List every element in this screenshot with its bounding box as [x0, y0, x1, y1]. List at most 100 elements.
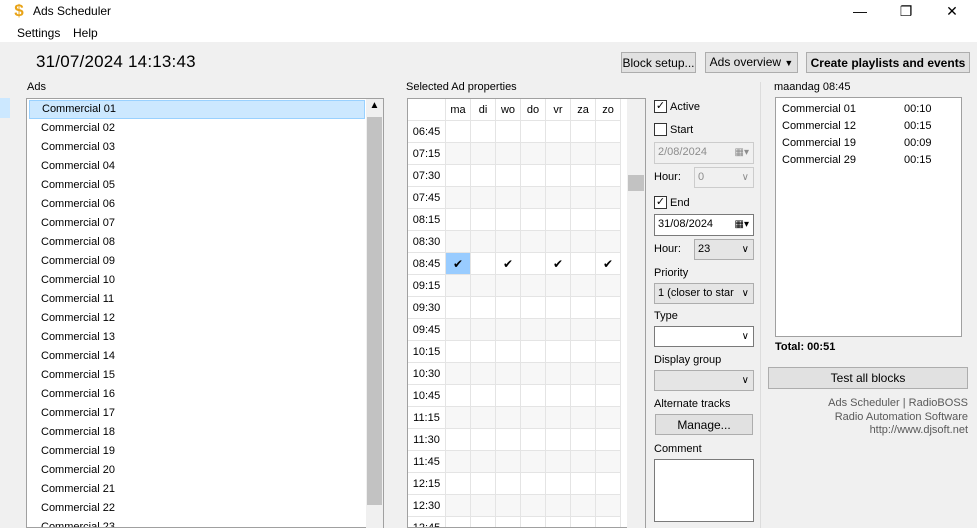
manage-button[interactable]: Manage...: [655, 414, 753, 435]
block-item-name[interactable]: Commercial 29: [782, 154, 856, 166]
block-setup-button[interactable]: Block setup...: [621, 52, 696, 73]
ads-scroll-thumb[interactable]: [367, 117, 382, 505]
schedule-cell[interactable]: [471, 209, 496, 231]
schedule-cell[interactable]: [446, 209, 471, 231]
type-select[interactable]: ∨: [654, 326, 754, 347]
block-item-name[interactable]: Commercial 12: [782, 120, 856, 132]
list-item[interactable]: Commercial 07: [29, 214, 365, 233]
schedule-cell[interactable]: [446, 187, 471, 209]
schedule-cell[interactable]: [496, 319, 521, 341]
schedule-cell[interactable]: [571, 451, 596, 473]
schedule-cell[interactable]: [521, 473, 546, 495]
schedule-cell[interactable]: [596, 231, 621, 253]
schedule-cell[interactable]: [521, 253, 546, 275]
schedule-cell[interactable]: [521, 143, 546, 165]
schedule-cell[interactable]: [546, 429, 571, 451]
schedule-cell[interactable]: [496, 451, 521, 473]
schedule-cell[interactable]: [546, 385, 571, 407]
grid-scrollbar[interactable]: [627, 99, 645, 528]
schedule-cell[interactable]: [446, 121, 471, 143]
schedule-cell[interactable]: [471, 473, 496, 495]
day-header[interactable]: do: [521, 99, 546, 121]
minimize-icon[interactable]: —: [837, 0, 883, 24]
list-item[interactable]: Commercial 08: [29, 233, 365, 252]
schedule-cell[interactable]: [496, 297, 521, 319]
schedule-cell[interactable]: [546, 319, 571, 341]
display-group-select[interactable]: ∨: [654, 370, 754, 391]
day-header[interactable]: di: [471, 99, 496, 121]
list-item[interactable]: Commercial 16: [29, 385, 365, 404]
start-checkbox[interactable]: [654, 123, 667, 136]
schedule-cell[interactable]: [546, 517, 571, 527]
schedule-cell[interactable]: [571, 517, 596, 527]
block-item-name[interactable]: Commercial 01: [782, 103, 856, 115]
schedule-cell[interactable]: [521, 363, 546, 385]
schedule-cell[interactable]: [571, 187, 596, 209]
schedule-cell[interactable]: [596, 319, 621, 341]
schedule-cell[interactable]: [546, 297, 571, 319]
schedule-cell[interactable]: [546, 473, 571, 495]
schedule-cell[interactable]: [521, 187, 546, 209]
schedule-cell[interactable]: [571, 385, 596, 407]
schedule-cell[interactable]: [446, 363, 471, 385]
schedule-cell[interactable]: [446, 407, 471, 429]
schedule-cell[interactable]: [496, 165, 521, 187]
schedule-cell[interactable]: [471, 341, 496, 363]
list-item[interactable]: Commercial 15: [29, 366, 365, 385]
schedule-cell[interactable]: [521, 517, 546, 527]
schedule-cell[interactable]: [596, 121, 621, 143]
schedule-cell[interactable]: [446, 517, 471, 527]
schedule-cell[interactable]: [571, 341, 596, 363]
day-header[interactable]: zo: [596, 99, 621, 121]
list-item[interactable]: Commercial 13: [29, 328, 365, 347]
schedule-cell[interactable]: [471, 143, 496, 165]
list-item[interactable]: Commercial 05: [29, 176, 365, 195]
schedule-cell[interactable]: [471, 517, 496, 527]
schedule-cell[interactable]: [596, 341, 621, 363]
schedule-cell[interactable]: [571, 121, 596, 143]
schedule-cell[interactable]: [521, 297, 546, 319]
list-item[interactable]: Commercial 17: [29, 404, 365, 423]
schedule-cell[interactable]: ✔: [596, 253, 621, 275]
schedule-cell[interactable]: [521, 385, 546, 407]
schedule-cell[interactable]: [521, 319, 546, 341]
schedule-cell[interactable]: [496, 187, 521, 209]
active-checkbox[interactable]: ✓: [654, 100, 667, 113]
footer-link[interactable]: http://www.djsoft.net: [870, 424, 968, 436]
schedule-cell[interactable]: [571, 429, 596, 451]
schedule-cell[interactable]: [596, 187, 621, 209]
list-item[interactable]: Commercial 23: [29, 518, 365, 527]
ads-list[interactable]: Commercial 01 Commercial 02 Commercial 03 C…: [26, 98, 384, 528]
schedule-cell[interactable]: [471, 253, 496, 275]
schedule-cell[interactable]: [546, 451, 571, 473]
menu-settings[interactable]: Settings: [17, 26, 60, 40]
schedule-cell[interactable]: [546, 187, 571, 209]
schedule-cell[interactable]: [496, 407, 521, 429]
schedule-cell[interactable]: [596, 495, 621, 517]
schedule-cell[interactable]: [521, 165, 546, 187]
list-item[interactable]: Commercial 22: [29, 499, 365, 518]
schedule-cell[interactable]: [496, 517, 521, 527]
list-item[interactable]: Commercial 14: [29, 347, 365, 366]
schedule-cell[interactable]: [471, 121, 496, 143]
schedule-cell[interactable]: [496, 495, 521, 517]
schedule-cell[interactable]: [521, 451, 546, 473]
day-header[interactable]: ma: [446, 99, 471, 121]
schedule-cell[interactable]: [596, 143, 621, 165]
list-item[interactable]: Commercial 20: [29, 461, 365, 480]
schedule-cell[interactable]: [496, 231, 521, 253]
schedule-cell[interactable]: [521, 231, 546, 253]
schedule-cell[interactable]: [596, 385, 621, 407]
schedule-cell[interactable]: [496, 209, 521, 231]
maximize-icon[interactable]: ❐: [883, 0, 929, 24]
end-date-picker[interactable]: 31/08/2024 ▦▾: [654, 214, 754, 236]
comment-field[interactable]: [654, 459, 754, 522]
schedule-cell[interactable]: [471, 187, 496, 209]
list-item[interactable]: Commercial 19: [29, 442, 365, 461]
schedule-cell[interactable]: [446, 473, 471, 495]
schedule-cell[interactable]: [546, 121, 571, 143]
schedule-cell[interactable]: [496, 363, 521, 385]
schedule-cell[interactable]: [571, 253, 596, 275]
schedule-cell[interactable]: [571, 297, 596, 319]
schedule-cell[interactable]: [471, 407, 496, 429]
